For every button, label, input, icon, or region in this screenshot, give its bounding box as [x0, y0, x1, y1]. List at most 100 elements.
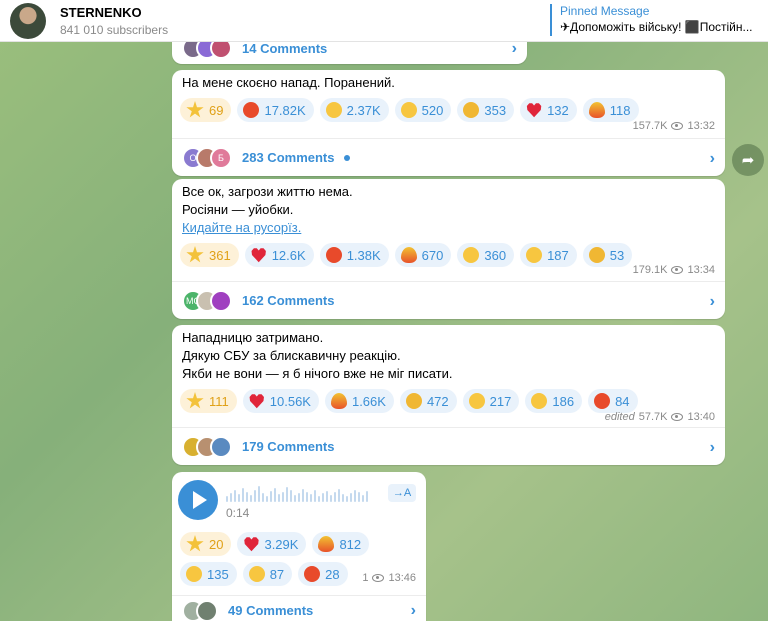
angry-face-icon: [594, 393, 611, 409]
voice-duration: 0:14: [226, 506, 250, 520]
reaction-button[interactable]: 1.66K: [324, 389, 394, 413]
message-meta: edited 57.7K 13:40: [605, 411, 715, 423]
grinning-face-icon: [463, 247, 480, 263]
reaction-button[interactable]: 472: [399, 389, 457, 413]
reaction-button[interactable]: 360: [457, 243, 515, 267]
reactions-bar: 111 10.56K 1.66K 472 217 186 84: [172, 383, 725, 413]
comments-label: 162 Comments: [242, 293, 335, 308]
comments-row[interactable]: 49 Comments ›: [172, 595, 426, 621]
message-text: Все ок, загрози життю нема. Росіяни — уй…: [172, 179, 725, 237]
reaction-count: 12.6K: [271, 247, 306, 263]
message-line: Росіяни — уйобки.: [182, 202, 294, 217]
crying-face-icon: [526, 247, 543, 263]
reaction-button[interactable]: 217: [462, 389, 520, 413]
reaction-count: 186: [552, 393, 575, 409]
message-time: 13:32: [687, 120, 715, 132]
comments-label: 49 Comments: [228, 603, 314, 618]
reaction-button[interactable]: 53: [582, 243, 633, 267]
comments-row[interactable]: МС 162 Comments ›: [172, 281, 725, 319]
channel-name: STERNENKO: [60, 4, 142, 20]
reaction-count: 28: [325, 566, 340, 582]
grinning-face-icon: [531, 393, 548, 409]
reaction-count: 353: [484, 102, 507, 118]
message-time: 13:34: [687, 264, 715, 276]
pinned-text: ✈Допоможіть війську! ⬛Постійн...: [560, 20, 753, 34]
eye-icon: [372, 574, 385, 582]
reaction-button[interactable]: 670: [394, 243, 452, 267]
angry-face-icon: [304, 566, 321, 582]
channel-avatar[interactable]: [10, 2, 46, 39]
edited-label: edited: [604, 411, 635, 423]
reaction-button[interactable]: 2.37K: [319, 98, 389, 122]
message-link[interactable]: Кидайте на русорїз.: [182, 220, 301, 235]
unread-dot: [344, 154, 351, 161]
reaction-button[interactable]: 1.38K: [319, 243, 389, 267]
message-bubble: 0:14 →A 20 3.29K 812 135 87 28 1 13:46 49 Com…: [172, 472, 426, 621]
reaction-button[interactable]: 186: [525, 389, 583, 413]
crying-face-icon: [325, 102, 342, 118]
reaction-button[interactable]: 353: [457, 98, 515, 122]
reaction-button[interactable]: 812: [312, 532, 370, 556]
reaction-button[interactable]: 118: [582, 98, 639, 122]
channel-header: STERNENKO 841 010 subscribers Pinned Mes…: [0, 0, 768, 42]
star-icon: [186, 246, 204, 263]
message-time: 13:40: [687, 411, 715, 423]
commenter-avatar: Б: [210, 146, 232, 169]
crying-face-icon: [186, 566, 202, 582]
reaction-button[interactable]: 361: [180, 243, 239, 267]
message-line: Якби не вони — я б нічого вже не міг пис…: [182, 366, 453, 381]
commenter-avatar: [210, 289, 232, 312]
comments-label: 283 Comments: [242, 150, 335, 165]
reaction-button[interactable]: 12.6K: [244, 243, 314, 267]
reaction-button[interactable]: 28: [298, 562, 348, 586]
reaction-button[interactable]: 111: [180, 389, 237, 413]
heart-icon: [526, 103, 542, 118]
view-count: 157.7K: [632, 120, 668, 132]
thinking-face-icon: [588, 247, 605, 263]
reactions-bar: 361 12.6K 1.38K 670 360 187 53: [172, 237, 725, 267]
reaction-button[interactable]: 187: [520, 243, 577, 267]
message-line: Все ок, загрози життю нема.: [182, 184, 353, 199]
reaction-count: 520: [421, 102, 444, 118]
share-button[interactable]: ➦: [732, 144, 764, 176]
play-button[interactable]: [178, 480, 218, 520]
pinned-message[interactable]: Pinned Message ✈Допоможіть війську! ⬛Пос…: [550, 4, 753, 36]
reaction-button[interactable]: 17.82K: [237, 98, 314, 122]
voice-waveform[interactable]: [226, 484, 368, 502]
reaction-count: 1.66K: [351, 393, 386, 409]
star-icon: [186, 101, 204, 118]
reaction-button[interactable]: 20: [180, 532, 232, 556]
commenter-avatar: [196, 599, 218, 621]
reaction-button[interactable]: 69: [180, 98, 232, 122]
heart-icon: [249, 394, 264, 409]
view-count: 57.7K: [638, 411, 668, 423]
reaction-button[interactable]: 132: [520, 98, 577, 122]
reaction-count: 84: [615, 393, 630, 409]
crying-face-icon: [468, 393, 485, 409]
reaction-button[interactable]: 520: [394, 98, 452, 122]
comments-label: 179 Comments: [242, 439, 335, 454]
star-icon: [186, 535, 204, 552]
thinking-face-icon: [463, 102, 480, 118]
reaction-button[interactable]: 10.56K: [242, 389, 319, 413]
comments-row[interactable]: О Б 283 Comments ›: [172, 138, 725, 176]
reaction-button[interactable]: 84: [588, 389, 638, 413]
reaction-button[interactable]: 3.29K: [237, 532, 307, 556]
chevron-right-icon: ›: [709, 293, 715, 310]
message-bubble: Все ок, загрози життю нема. Росіяни — уй…: [172, 179, 725, 319]
heart-icon: [244, 537, 259, 552]
reaction-button[interactable]: 135: [180, 562, 237, 586]
grinning-face-icon: [400, 102, 417, 118]
transcribe-button[interactable]: →A: [388, 484, 416, 502]
fire-icon: [330, 393, 347, 409]
message-line: Дякую СБУ за блискавичну реакцію.: [182, 348, 401, 363]
reaction-count: 20: [209, 536, 224, 552]
reaction-button[interactable]: 87: [242, 562, 293, 586]
angry-face-icon: [243, 102, 260, 118]
channel-info[interactable]: STERNENKO 841 010 subscribers: [60, 5, 168, 37]
message-meta: 179.1K 13:34: [633, 264, 715, 276]
reaction-count: 360: [484, 247, 507, 263]
reaction-count: 187: [547, 247, 569, 263]
comments-row[interactable]: 179 Comments ›: [172, 427, 725, 465]
reaction-count: 2.37K: [346, 102, 381, 118]
